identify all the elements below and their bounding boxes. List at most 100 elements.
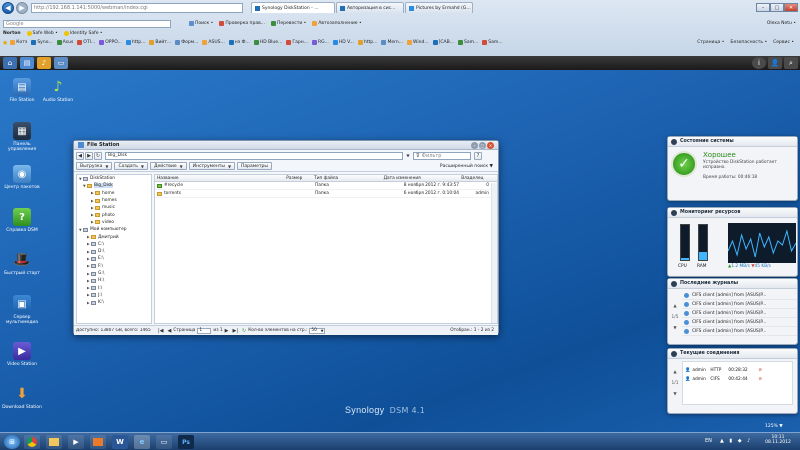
tools-button[interactable]: Инструменты ▼ — [188, 162, 236, 170]
path-input[interactable]: Big_Disk — [105, 151, 403, 160]
widget-header[interactable]: Мониторинг ресурсов — [668, 208, 797, 218]
norton-safe-web[interactable]: Safe Web • — [26, 30, 58, 36]
autofill-menu[interactable]: Автозаполнение • — [312, 21, 362, 26]
tree-node-folder[interactable]: ▶ video — [77, 219, 151, 226]
desktop-icon-download-station[interactable]: ⬇ Download Station — [2, 385, 42, 410]
tree-node-root[interactable]: ▼ DiskStation — [77, 175, 151, 182]
tab-pictures[interactable]: Pictures by Ermahd (G... — [405, 2, 473, 13]
tree-node-share[interactable]: ▼ Big_Disk — [77, 182, 151, 189]
close-button[interactable]: ✕ — [487, 141, 494, 149]
tree-node-drive[interactable]: ▶ Дмитрий — [77, 233, 151, 240]
language-indicator[interactable]: EN — [705, 438, 712, 444]
last-page-button[interactable]: ▶| — [232, 328, 238, 334]
photoshop-icon[interactable]: Ps — [178, 435, 194, 449]
tree-node-drive[interactable]: ▶ I:\ — [77, 284, 151, 291]
file-station-icon[interactable]: ▤ — [20, 57, 34, 69]
tree-node-folder[interactable]: ▶ home — [77, 190, 151, 197]
minimize-button[interactable]: – — [471, 141, 478, 149]
scroll-up-icon[interactable]: ▲ — [673, 370, 676, 375]
app-icon[interactable] — [90, 435, 106, 449]
scrollbar[interactable] — [491, 183, 497, 323]
clock[interactable]: 10:11 08.11.2012 — [764, 435, 792, 445]
column-modified[interactable]: Дата изменения — [382, 175, 460, 181]
zoom-level[interactable]: 125% ▼ — [765, 424, 783, 429]
tree-node-folder[interactable]: ▶ music — [77, 204, 151, 211]
create-button[interactable]: Создать ▼ — [114, 162, 148, 170]
minimize-button[interactable]: – — [756, 3, 770, 12]
action-button[interactable]: Действие ▼ — [150, 162, 187, 170]
prev-page-button[interactable]: ◀ — [168, 328, 172, 334]
scroll-down-icon[interactable]: ▼ — [673, 326, 676, 331]
column-type[interactable]: Тип файла — [312, 175, 382, 181]
desktop-icon-file-station[interactable]: ▤ File Station — [2, 78, 42, 103]
desktop-icon-package-center[interactable]: ◉ Центр пакетов — [2, 165, 42, 190]
desktop-icon-quick-start[interactable]: 🎩 Быстрый старт — [2, 251, 42, 276]
norton-identity-safe[interactable]: Identity Safe • — [63, 30, 103, 36]
upload-button[interactable]: Выгрузка ▼ — [76, 162, 113, 170]
tree-node-drive[interactable]: ▶ H:\ — [77, 277, 151, 284]
widget-header[interactable]: Состояние системы — [668, 137, 797, 147]
tree-node-drive[interactable]: ▶ C:\ — [77, 241, 151, 248]
media-player-icon[interactable]: ▶ — [68, 435, 84, 449]
tree-node-drive[interactable]: ▶ E:\ — [77, 255, 151, 262]
security-menu[interactable]: Безопасность • — [730, 40, 767, 45]
disconnect-icon[interactable]: ⊘ — [758, 368, 762, 373]
next-page-button[interactable]: ▶ — [225, 328, 229, 334]
widget-header[interactable]: Последние журналы — [668, 279, 797, 289]
tree-node-drive[interactable]: ▶ K:\ — [77, 299, 151, 306]
first-page-button[interactable]: |◀ — [158, 328, 164, 334]
tree-node-drive[interactable]: ▶ G:\ — [77, 270, 151, 277]
connection-row[interactable]: 👤 admin HTTP 00:28:32 ⊘ — [683, 366, 792, 375]
maximize-button[interactable]: □ — [770, 3, 784, 12]
tab-auth[interactable]: Авторизация в сис... — [336, 2, 404, 13]
filter-input[interactable]: ⊽ Фильтр — [413, 151, 471, 160]
spellcheck-menu[interactable]: Проверка прав... — [219, 21, 265, 26]
audio-station-icon[interactable]: ♪ — [37, 57, 51, 69]
search-icon[interactable]: ⌕ — [784, 57, 798, 69]
tree-node-drive[interactable]: ▶ D:\ — [77, 248, 151, 255]
user-menu[interactable]: Olexa Netu • — [767, 21, 796, 26]
page-input[interactable]: 1 — [197, 327, 212, 334]
forward-button[interactable]: ▶ — [85, 151, 93, 160]
tree-node-folder[interactable]: ▶ homes — [77, 197, 151, 204]
search-menu[interactable]: Поиск • — [189, 21, 213, 26]
desktop-icon-help[interactable]: ? Справка DSM — [2, 208, 42, 233]
notification-icon[interactable]: i — [752, 57, 766, 69]
star-icon[interactable]: ★ — [404, 152, 412, 160]
scroll-down-icon[interactable]: ▼ — [673, 392, 676, 397]
tree-node-drive[interactable]: ▶ F:\ — [77, 263, 151, 270]
desktop-icon-video-station[interactable]: ▶ Video Station — [2, 342, 42, 367]
refresh-icon[interactable]: ↻ — [242, 328, 246, 334]
connection-row[interactable]: 👤 admin CIFS 00:42:44 ⊘ — [683, 375, 792, 384]
window-icon[interactable]: ▭ — [54, 57, 68, 69]
tree-node-drive[interactable]: ▶ J:\ — [77, 292, 151, 299]
tree-node-folder[interactable]: ▶ photo — [77, 211, 151, 218]
disconnect-icon[interactable]: ⊘ — [758, 377, 762, 382]
log-entry[interactable]: CIFS client [admin] from [ASUS(P... — [682, 309, 797, 318]
advanced-search-link[interactable]: Расширенный поиск ▼ — [440, 164, 496, 169]
forward-button[interactable]: ▶ — [16, 1, 28, 14]
desktop-icon-media-server[interactable]: ▣ Сервер мультимедиа — [2, 295, 42, 325]
start-button[interactable]: ⊞ — [4, 435, 20, 449]
scroll-up-icon[interactable]: ▲ — [673, 304, 676, 309]
desktop-icon-control-panel[interactable]: ▦ Панель управления — [2, 122, 42, 152]
tray-icons[interactable]: ▲ ▮ ◆ ♪ — [720, 438, 752, 444]
tools-menu[interactable]: Сервис • — [773, 40, 794, 45]
per-page-select[interactable]: 50 ▼ — [309, 327, 326, 334]
google-search-input[interactable]: Google — [3, 19, 171, 28]
table-row[interactable]: torrents Папка 6 ноября 2012 г. 0:10:04 adm… — [155, 190, 497, 198]
tree-node-computer[interactable]: ▼ Мой компьютер — [77, 226, 151, 233]
monitor-icon[interactable]: ▭ — [156, 435, 172, 449]
ie-icon[interactable]: e — [134, 435, 150, 449]
window-titlebar[interactable]: File Station – □ ✕ — [74, 141, 498, 150]
log-entry[interactable]: CIFS client [admin] from [ASUS(P... — [682, 327, 797, 336]
refresh-button[interactable]: ↻ — [94, 151, 102, 160]
settings-button[interactable]: Параметры — [237, 162, 272, 170]
page-menu[interactable]: Страница • — [697, 40, 724, 45]
translate-menu[interactable]: Перевести • — [271, 21, 306, 26]
back-button[interactable]: ◀ — [76, 151, 84, 160]
column-owner[interactable]: Владелец — [459, 175, 497, 181]
close-button[interactable]: ✕ — [784, 3, 798, 12]
column-name[interactable]: Название — [155, 175, 284, 181]
help-button[interactable]: ? — [474, 151, 482, 160]
